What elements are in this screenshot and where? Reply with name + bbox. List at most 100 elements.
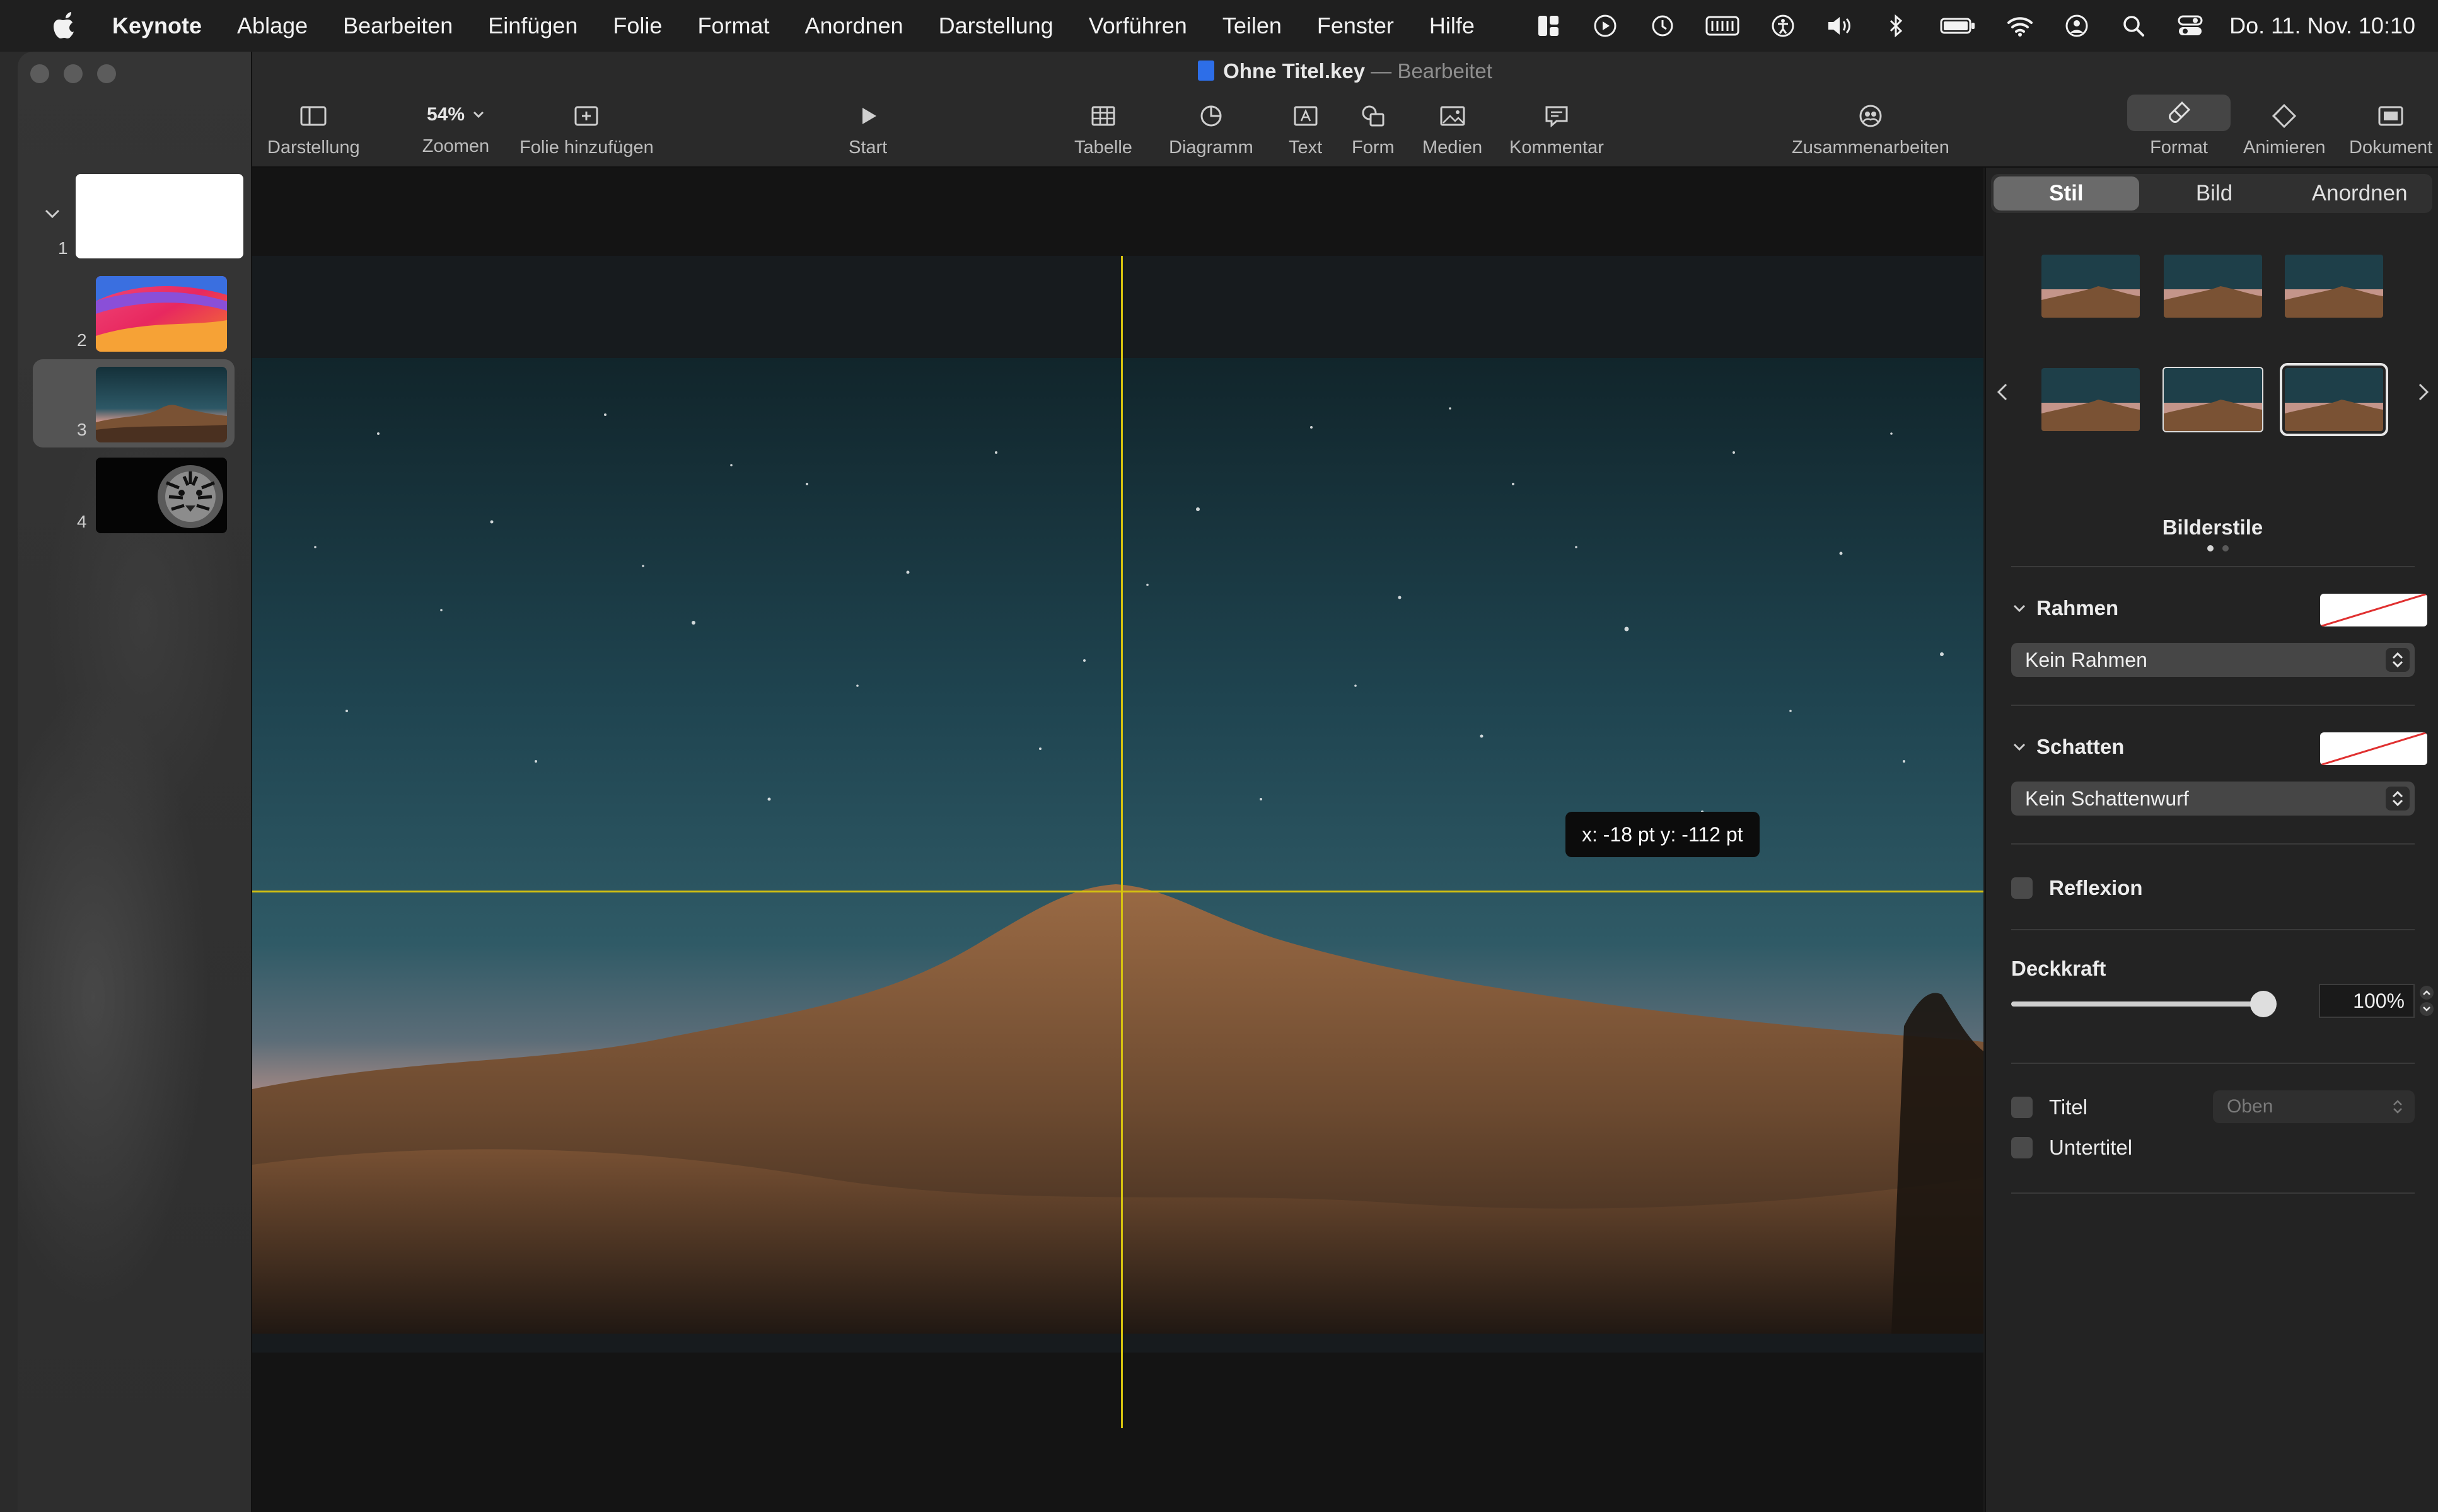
menu-anordnen[interactable]: Anordnen (804, 13, 903, 39)
animate-label: Animieren (2243, 137, 2326, 158)
chart-button[interactable]: Diagramm (1169, 101, 1253, 158)
menu-darstellung[interactable]: Darstellung (939, 13, 1054, 39)
slide-thumbnail-1[interactable] (76, 174, 243, 258)
menu-bar: Keynote Ablage Bearbeiten Einfügen Folie… (0, 0, 2438, 52)
collaborate-icon (1855, 101, 1886, 131)
clock[interactable]: Do. 11. Nov. 10:10 (2229, 13, 2415, 39)
format-label: Format (2150, 137, 2208, 158)
document-button[interactable]: Dokument (2349, 101, 2432, 158)
chevron-left-icon[interactable] (1994, 379, 2012, 405)
slide-thumbnail-3[interactable] (96, 367, 227, 442)
title-checkbox[interactable] (2011, 1097, 2033, 1118)
chevron-down-icon[interactable] (2011, 739, 2028, 755)
play-circle-icon[interactable] (1591, 12, 1619, 40)
title-position-popup[interactable]: Oben (2213, 1090, 2415, 1123)
menu-folie[interactable]: Folie (613, 13, 662, 39)
chevron-right-icon[interactable] (2413, 379, 2432, 405)
slide-canvas[interactable]: x: -18 pt y: -112 pt (252, 168, 1983, 1512)
shadow-style-popup[interactable]: Kein Schattenwurf (2011, 782, 2415, 816)
image-style-6[interactable] (2280, 363, 2388, 436)
shape-label: Form (1352, 137, 1395, 158)
search-icon[interactable] (2120, 12, 2147, 40)
opacity-label: Deckkraft (2011, 957, 2106, 980)
position-tooltip: x: -18 pt y: -112 pt (1565, 812, 1760, 857)
wifi-icon[interactable] (2006, 12, 2034, 40)
comment-button[interactable]: Kommentar (1509, 101, 1604, 158)
format-inspector: Stil Bild Anordnen Bilderstile Rahmen Ke… (1985, 168, 2438, 1512)
menu-hilfe[interactable]: Hilfe (1429, 13, 1475, 39)
shape-icon (1358, 101, 1388, 131)
chevron-down-icon[interactable] (43, 204, 62, 223)
document-name: Ohne Titel.key (1223, 59, 1366, 83)
minimize-window-button[interactable] (64, 64, 83, 83)
gradient-wallpaper-image (96, 276, 227, 352)
tab-anordnen[interactable]: Anordnen (2287, 174, 2432, 213)
bluetooth-icon[interactable] (1883, 12, 1910, 40)
opacity-slider-knob[interactable] (2250, 991, 2277, 1017)
zoom-window-button[interactable] (97, 64, 116, 83)
tab-bild[interactable]: Bild (2142, 174, 2287, 213)
image-style-5[interactable] (2162, 367, 2263, 432)
user-icon[interactable] (2063, 12, 2091, 40)
apple-icon[interactable] (53, 12, 78, 40)
image-style-1[interactable] (2041, 255, 2140, 318)
menu-ablage[interactable]: Ablage (237, 13, 308, 39)
animate-button[interactable]: Animieren (2243, 101, 2326, 158)
border-color-swatch[interactable] (2320, 594, 2427, 626)
media-button[interactable]: Medien (1422, 101, 1482, 158)
tiger-image (96, 458, 227, 533)
inspector-tabs: Stil Bild Anordnen (1991, 174, 2432, 213)
table-button[interactable]: Tabelle (1074, 101, 1132, 158)
time-machine-icon[interactable] (1648, 12, 1676, 40)
stepper-icon[interactable] (2417, 985, 2436, 1017)
photo-icon (1437, 101, 1468, 131)
widget-icon[interactable] (1535, 12, 1562, 40)
slide-thumbnail-2[interactable] (96, 276, 227, 352)
slide-number: 4 (77, 512, 87, 531)
chevron-down-icon (473, 111, 484, 118)
tab-stil[interactable]: Stil (1994, 176, 2139, 211)
reflection-checkbox[interactable] (2011, 877, 2033, 899)
collaborate-label: Zusammenarbeiten (1792, 137, 1949, 158)
collaborate-button[interactable]: Zusammenarbeiten (1792, 101, 1949, 158)
accessibility-icon[interactable] (1769, 12, 1797, 40)
text-button[interactable]: Text (1289, 101, 1322, 158)
add-slide-button[interactable]: Folie hinzufügen (520, 101, 654, 158)
chevron-down-icon[interactable] (2011, 600, 2028, 616)
play-button[interactable]: Start (849, 101, 887, 158)
slide-thumbnail-4[interactable] (96, 458, 227, 533)
table-label: Tabelle (1074, 137, 1132, 158)
page-dots-icon[interactable] (2199, 545, 2237, 552)
menu-fenster[interactable]: Fenster (1317, 13, 1394, 39)
menu-app[interactable]: Keynote (112, 13, 202, 39)
close-window-button[interactable] (30, 64, 49, 83)
format-button[interactable]: Format (2127, 95, 2231, 158)
menu-einfuegen[interactable]: Einfügen (488, 13, 578, 39)
comment-icon (1541, 101, 1572, 131)
status-area: Do. 11. Nov. 10:10 (1506, 0, 2415, 52)
menu-vorfuehren[interactable]: Vorführen (1089, 13, 1187, 39)
volume-icon[interactable] (1826, 12, 1854, 40)
control-center-icon[interactable] (2176, 12, 2204, 40)
shadow-color-swatch[interactable] (2320, 732, 2427, 765)
battery-icon[interactable] (1939, 12, 1977, 40)
shape-button[interactable]: Form (1352, 101, 1395, 158)
play-label: Start (849, 137, 888, 158)
border-style-popup[interactable]: Kein Rahmen (2011, 643, 2415, 677)
menu-format[interactable]: Format (697, 13, 769, 39)
image-style-3[interactable] (2285, 255, 2383, 318)
menu-bearbeiten[interactable]: Bearbeiten (343, 13, 453, 39)
subtitle-label: Untertitel (2049, 1136, 2133, 1159)
popup-stepper-icon (2386, 648, 2410, 672)
image-style-4[interactable] (2041, 368, 2140, 431)
keyboard-icon[interactable] (1705, 12, 1740, 40)
zoom-popup[interactable]: 54% Zoomen (415, 100, 497, 157)
menu-list: Keynote Ablage Bearbeiten Einfügen Folie… (112, 13, 1510, 39)
view-button[interactable]: Darstellung (267, 101, 360, 158)
opacity-slider-track[interactable] (2011, 1001, 2263, 1007)
opacity-input[interactable]: 100% (2319, 984, 2415, 1018)
shadow-style-value: Kein Schattenwurf (2025, 787, 2189, 810)
subtitle-checkbox[interactable] (2011, 1137, 2033, 1158)
menu-teilen[interactable]: Teilen (1222, 13, 1282, 39)
image-style-2[interactable] (2164, 255, 2262, 318)
